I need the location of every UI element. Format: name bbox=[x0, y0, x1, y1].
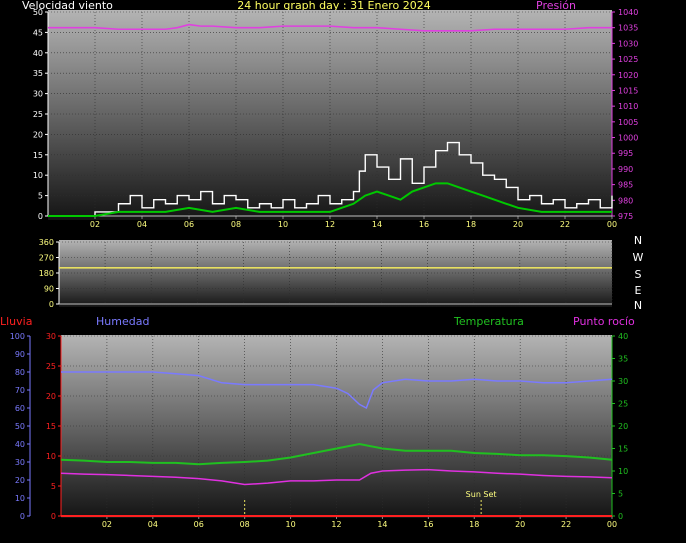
x-tick-label: 18 bbox=[466, 220, 476, 229]
direction-tick-label: 270 bbox=[39, 254, 54, 263]
humidity-label: Humedad bbox=[96, 315, 149, 328]
pressure-tick-label: 1030 bbox=[618, 39, 638, 48]
wind-speed-tick-label: 0 bbox=[38, 212, 43, 221]
wind-speed-tick-label: 40 bbox=[33, 49, 43, 58]
x-tick-label: 16 bbox=[423, 520, 433, 529]
pressure-tick-label: 980 bbox=[618, 196, 633, 205]
wind-speed-tick-label: 20 bbox=[33, 130, 43, 139]
rain-tick-label: 30 bbox=[46, 332, 56, 341]
x-tick-label: 20 bbox=[515, 520, 525, 529]
rain-tick-label: 5 bbox=[51, 482, 56, 491]
rain-tick-label: 10 bbox=[46, 452, 56, 461]
pressure-tick-label: 1015 bbox=[618, 86, 638, 95]
weather-24h-chart: Velocidad viento 24 hour graph day : 31 … bbox=[0, 0, 644, 529]
temperature-tick-label: 20 bbox=[618, 422, 628, 431]
wind-speed-tick-label: 45 bbox=[33, 28, 43, 37]
pressure-tick-label: 1000 bbox=[618, 134, 638, 143]
wind-speed-tick-label: 30 bbox=[33, 90, 43, 99]
x-tick-label: 04 bbox=[137, 220, 147, 229]
x-tick-label: 12 bbox=[331, 520, 341, 529]
x-tick-label: 16 bbox=[419, 220, 429, 229]
humidity-tick-label: 80 bbox=[15, 368, 25, 377]
wind-speed-tick-label: 35 bbox=[33, 69, 43, 78]
pressure-tick-label: 985 bbox=[618, 181, 633, 190]
rain-tick-label: 0 bbox=[51, 512, 56, 521]
temperature-tick-label: 15 bbox=[618, 445, 628, 454]
x-tick-label: 12 bbox=[325, 220, 335, 229]
wind-speed-tick-label: 15 bbox=[33, 151, 43, 160]
pressure-tick-label: 1040 bbox=[618, 8, 638, 17]
x-tick-label: 00 bbox=[607, 520, 617, 529]
humidity-tick-label: 90 bbox=[15, 350, 25, 359]
wind-speed-tick-label: 5 bbox=[38, 192, 43, 201]
humidity-tick-label: 60 bbox=[15, 404, 25, 413]
pressure-tick-label: 995 bbox=[618, 149, 633, 158]
direction-tick-label: 180 bbox=[39, 269, 54, 278]
x-tick-label: 22 bbox=[561, 520, 571, 529]
x-tick-label: 10 bbox=[285, 520, 295, 529]
direction-tick-label: 360 bbox=[39, 238, 54, 247]
x-tick-label: 14 bbox=[372, 220, 382, 229]
temperature-tick-label: 10 bbox=[618, 467, 628, 476]
humidity-tick-label: 0 bbox=[20, 512, 25, 521]
direction-letters: N W S E N bbox=[633, 234, 644, 312]
rain-tick-label: 25 bbox=[46, 362, 56, 371]
temperature-tick-label: 0 bbox=[618, 512, 623, 521]
humidity-tick-label: 40 bbox=[15, 440, 25, 449]
dir-letter-s: S bbox=[635, 268, 642, 281]
humidity-tick-label: 50 bbox=[15, 422, 25, 431]
rain-tick-label: 15 bbox=[46, 422, 56, 431]
direction-tick-label: 90 bbox=[44, 285, 54, 294]
x-tick-label: 18 bbox=[469, 520, 479, 529]
temperature-tick-label: 30 bbox=[618, 377, 628, 386]
x-tick-label: 20 bbox=[513, 220, 523, 229]
x-tick-label: 14 bbox=[377, 520, 387, 529]
x-tick-label: 08 bbox=[231, 220, 241, 229]
pressure-tick-label: 1035 bbox=[618, 24, 638, 33]
x-tick-label: 06 bbox=[194, 520, 204, 529]
humidity-tick-label: 30 bbox=[15, 458, 25, 467]
x-tick-label: 08 bbox=[240, 520, 250, 529]
pressure-tick-label: 990 bbox=[618, 165, 633, 174]
x-tick-label: 00 bbox=[607, 220, 617, 229]
x-tick-label: 02 bbox=[90, 220, 100, 229]
dir-letter-e: E bbox=[635, 284, 642, 297]
humidity-tick-label: 10 bbox=[15, 494, 25, 503]
x-tick-label: 06 bbox=[184, 220, 194, 229]
wind-speed-tick-label: 50 bbox=[33, 8, 43, 17]
temperature-tick-label: 5 bbox=[618, 490, 623, 499]
dir-letter-n-bottom: N bbox=[634, 299, 642, 312]
dir-letter-n-top: N bbox=[634, 234, 642, 247]
temperature-tick-label: 35 bbox=[618, 355, 628, 364]
pressure-tick-label: 1010 bbox=[618, 102, 638, 111]
pressure-tick-label: 1020 bbox=[618, 71, 638, 80]
temperature-tick-label: 25 bbox=[618, 400, 628, 409]
x-tick-label: 04 bbox=[148, 520, 158, 529]
wind-speed-tick-label: 25 bbox=[33, 110, 43, 119]
sunset-label: Sun Set bbox=[466, 490, 497, 499]
x-tick-label: 22 bbox=[560, 220, 570, 229]
temperature-label: Temperatura bbox=[453, 315, 524, 328]
pressure-tick-label: 1005 bbox=[618, 118, 638, 127]
humidity-tick-label: 100 bbox=[10, 332, 25, 341]
x-tick-label: 02 bbox=[102, 520, 112, 529]
temperature-tick-label: 40 bbox=[618, 332, 628, 341]
x-tick-label: 10 bbox=[278, 220, 288, 229]
rain-tick-label: 20 bbox=[46, 392, 56, 401]
dewpoint-label: Punto rocío bbox=[573, 315, 635, 328]
wind-speed-tick-label: 10 bbox=[33, 171, 43, 180]
dir-letter-w: W bbox=[633, 251, 644, 264]
humidity-tick-label: 70 bbox=[15, 386, 25, 395]
pressure-tick-label: 1025 bbox=[618, 55, 638, 64]
rain-label: Lluvia bbox=[0, 315, 32, 328]
humidity-tick-label: 20 bbox=[15, 476, 25, 485]
direction-tick-label: 0 bbox=[49, 300, 54, 309]
pressure-tick-label: 975 bbox=[618, 212, 633, 221]
